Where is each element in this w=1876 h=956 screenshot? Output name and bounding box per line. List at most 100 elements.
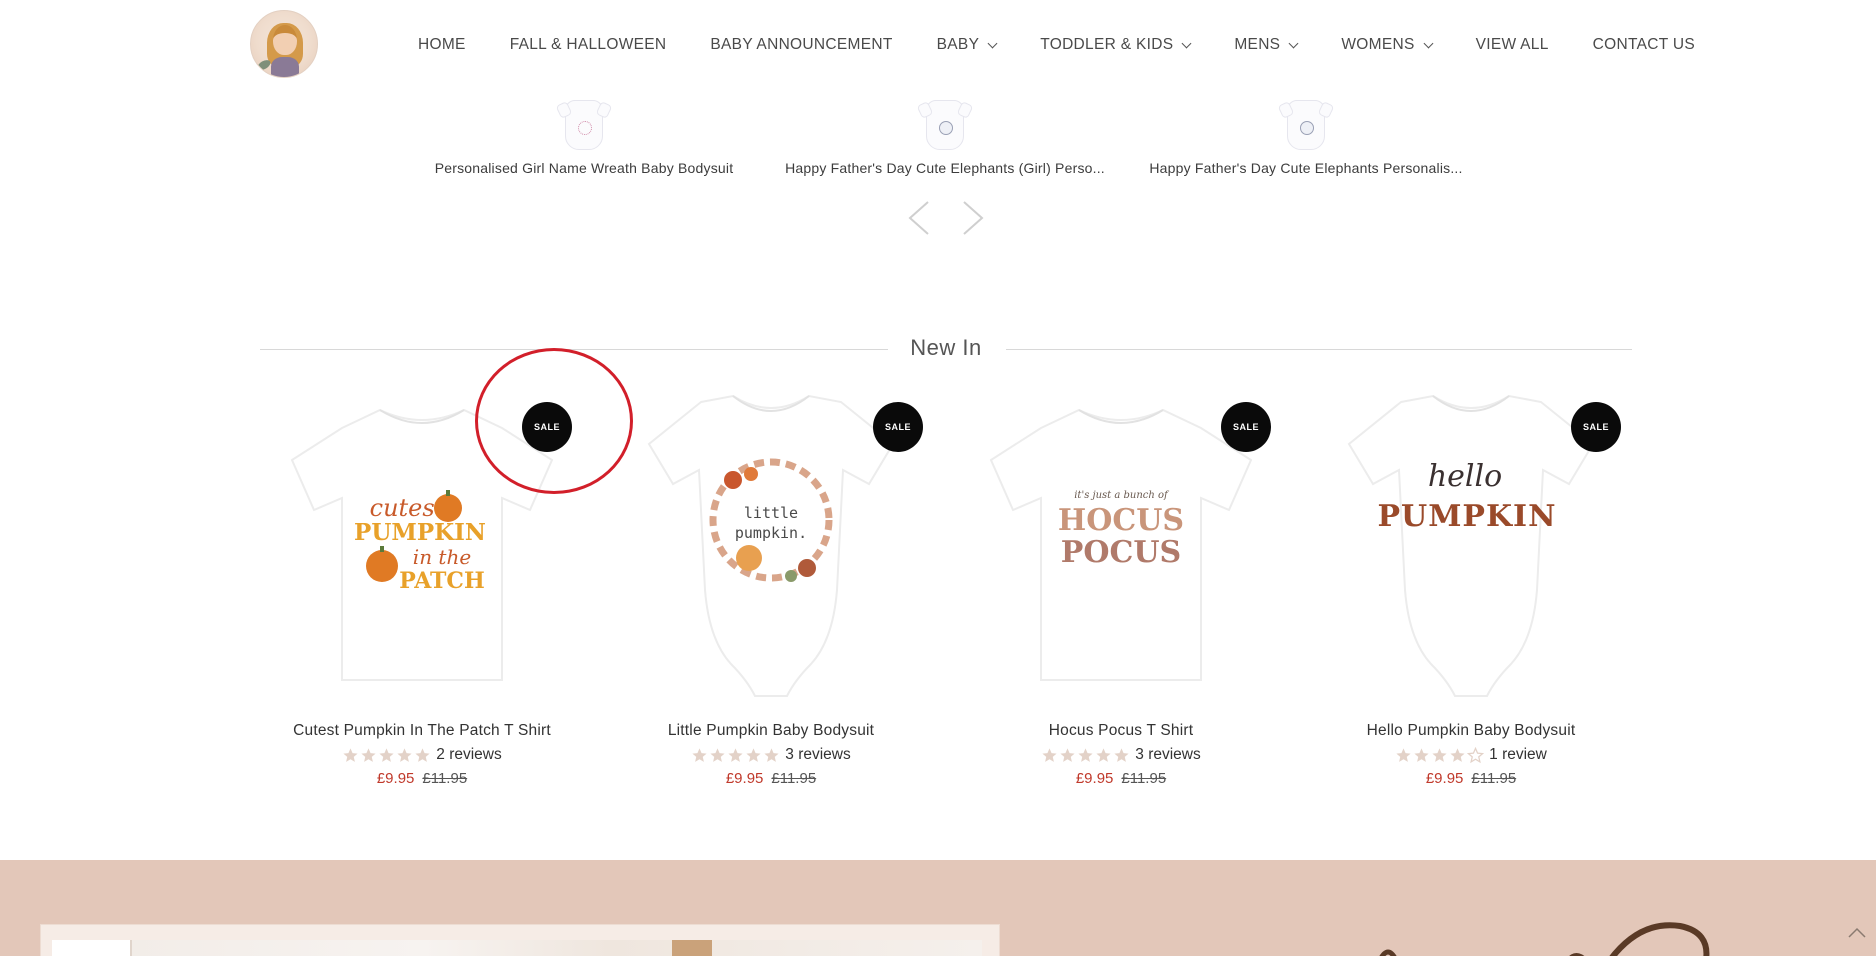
print-text: in the <box>413 545 471 569</box>
product-title[interactable]: Cutest Pumpkin In The Patch T Shirt <box>262 722 582 740</box>
product-price: £9.95 £11.95 <box>262 770 582 787</box>
nav-label: TODDLER & KIDS <box>1040 36 1174 53</box>
print-text: PATCH <box>399 568 484 594</box>
chevron-down-icon <box>1423 38 1434 48</box>
logo-leaf <box>255 58 273 72</box>
star-filled-icon <box>728 747 743 762</box>
chevron-down-icon <box>987 38 998 48</box>
product-thumbnail[interactable] <box>922 92 968 158</box>
recent-product-card[interactable]: Happy Father's Day Cute Elephants Person… <box>1146 92 1466 176</box>
elephant-print <box>1300 121 1314 135</box>
star-filled-icon <box>692 747 707 762</box>
review-count: 2 reviews <box>436 746 502 763</box>
product-rating[interactable]: 3 reviews <box>961 746 1281 764</box>
product-rating[interactable]: 1 review <box>1311 746 1631 764</box>
star-filled-icon <box>1114 747 1129 762</box>
product-rating[interactable]: 2 reviews <box>262 746 582 764</box>
nav-item-view-all[interactable]: VIEW ALL <box>1476 36 1549 54</box>
recent-product-card[interactable]: Happy Father's Day Cute Elephants (Girl)… <box>785 92 1105 176</box>
sale-badge: SALE <box>873 402 923 452</box>
logo-face <box>273 25 297 55</box>
print-text: hello <box>1428 459 1502 494</box>
print-text: cutest <box>370 494 445 522</box>
site-header: HOME FALL & HALLOWEEN BABY ANNOUNCEMENT … <box>0 0 1876 90</box>
star-filled-icon <box>764 747 779 762</box>
sale-price: £9.95 <box>376 770 415 787</box>
wreath-print <box>578 121 592 135</box>
nav-item-home[interactable]: HOME <box>418 36 466 54</box>
review-count: 3 reviews <box>785 746 851 763</box>
nav-item-contact-us[interactable]: CONTACT US <box>1593 36 1695 54</box>
nav-item-womens[interactable]: WOMENS <box>1341 36 1434 54</box>
print-text: little <box>744 504 798 522</box>
original-price: £11.95 <box>771 770 817 787</box>
sale-price: £9.95 <box>1425 770 1464 787</box>
print-text: pumpkin. <box>735 524 807 542</box>
main-nav: HOME FALL & HALLOWEEN BABY ANNOUNCEMENT … <box>418 36 1695 54</box>
product-price: £9.95 £11.95 <box>611 770 931 787</box>
sale-badge: SALE <box>522 402 572 452</box>
bodysuit-image <box>565 100 603 150</box>
star-filled-icon <box>415 747 430 762</box>
star-filled-icon <box>1432 747 1447 762</box>
nav-label: BABY <box>936 36 980 53</box>
nav-item-toddler-kids[interactable]: TODDLER & KIDS <box>1040 36 1192 54</box>
star-rating <box>1395 746 1485 764</box>
photo-door <box>52 940 132 956</box>
star-filled-icon <box>379 747 394 762</box>
product-price: £9.95 £11.95 <box>961 770 1281 787</box>
sale-badge: SALE <box>1571 402 1621 452</box>
chevron-down-icon <box>1288 38 1299 48</box>
banner-photo[interactable] <box>52 940 982 956</box>
star-filled-icon <box>1414 747 1429 762</box>
star-empty-icon <box>1467 746 1485 763</box>
print-text: PUMPKIN <box>1377 499 1556 534</box>
nav-label: BABY ANNOUNCEMENT <box>710 36 893 53</box>
product-title[interactable]: Hocus Pocus T Shirt <box>961 722 1281 740</box>
product-title[interactable]: Little Pumpkin Baby Bodysuit <box>611 722 931 740</box>
review-count: 1 review <box>1489 746 1547 763</box>
original-price: £11.95 <box>1121 770 1167 787</box>
carousel-next-button[interactable] <box>960 200 986 236</box>
nav-item-baby-announcement[interactable]: BABY ANNOUNCEMENT <box>710 36 892 54</box>
nav-item-mens[interactable]: MENS <box>1234 36 1299 54</box>
star-rating <box>1041 747 1131 764</box>
recent-product-title[interactable]: Happy Father's Day Cute Elephants Person… <box>1146 160 1466 176</box>
section-heading: New In <box>910 335 982 360</box>
print-text: HOCUS <box>1058 503 1184 538</box>
sale-price: £9.95 <box>1075 770 1114 787</box>
sale-price: £9.95 <box>725 770 764 787</box>
star-filled-icon <box>1096 747 1111 762</box>
chevron-left-icon <box>908 201 929 235</box>
print-text: POCUS <box>1061 535 1181 570</box>
nav-label: VIEW ALL <box>1475 36 1549 53</box>
star-filled-icon <box>1450 747 1465 762</box>
nav-item-baby[interactable]: BABY <box>936 36 998 54</box>
star-filled-icon <box>710 747 725 762</box>
recent-product-title[interactable]: Personalised Girl Name Wreath Baby Bodys… <box>424 160 744 176</box>
product-title[interactable]: Hello Pumpkin Baby Bodysuit <box>1311 722 1631 740</box>
elephant-print <box>939 121 953 135</box>
bodysuit-image <box>1287 100 1325 150</box>
sale-badge: SALE <box>1221 402 1271 452</box>
product-thumbnail[interactable] <box>1283 92 1329 158</box>
print-text: it's just a bunch of <box>1074 490 1170 501</box>
product-price: £9.95 £11.95 <box>1311 770 1631 787</box>
back-to-top-button[interactable] <box>1846 922 1868 944</box>
nav-label: FALL & HALLOWEEN <box>509 36 667 53</box>
star-filled-icon <box>343 747 358 762</box>
star-filled-icon <box>1042 747 1057 762</box>
recent-product-card[interactable]: Personalised Girl Name Wreath Baby Bodys… <box>424 92 744 176</box>
star-rating <box>342 747 432 764</box>
star-filled-icon <box>361 747 376 762</box>
recent-product-title[interactable]: Happy Father's Day Cute Elephants (Girl)… <box>785 160 1105 176</box>
nav-item-fall-halloween[interactable]: FALL & HALLOWEEN <box>510 36 667 54</box>
brand-logo[interactable] <box>250 10 318 78</box>
chevron-right-icon <box>963 201 984 235</box>
carousel-prev-button[interactable] <box>906 200 932 236</box>
star-filled-icon <box>1060 747 1075 762</box>
product-thumbnail[interactable] <box>561 92 607 158</box>
review-count: 3 reviews <box>1135 746 1201 763</box>
star-filled-icon <box>1078 747 1093 762</box>
product-rating[interactable]: 3 reviews <box>611 746 931 764</box>
